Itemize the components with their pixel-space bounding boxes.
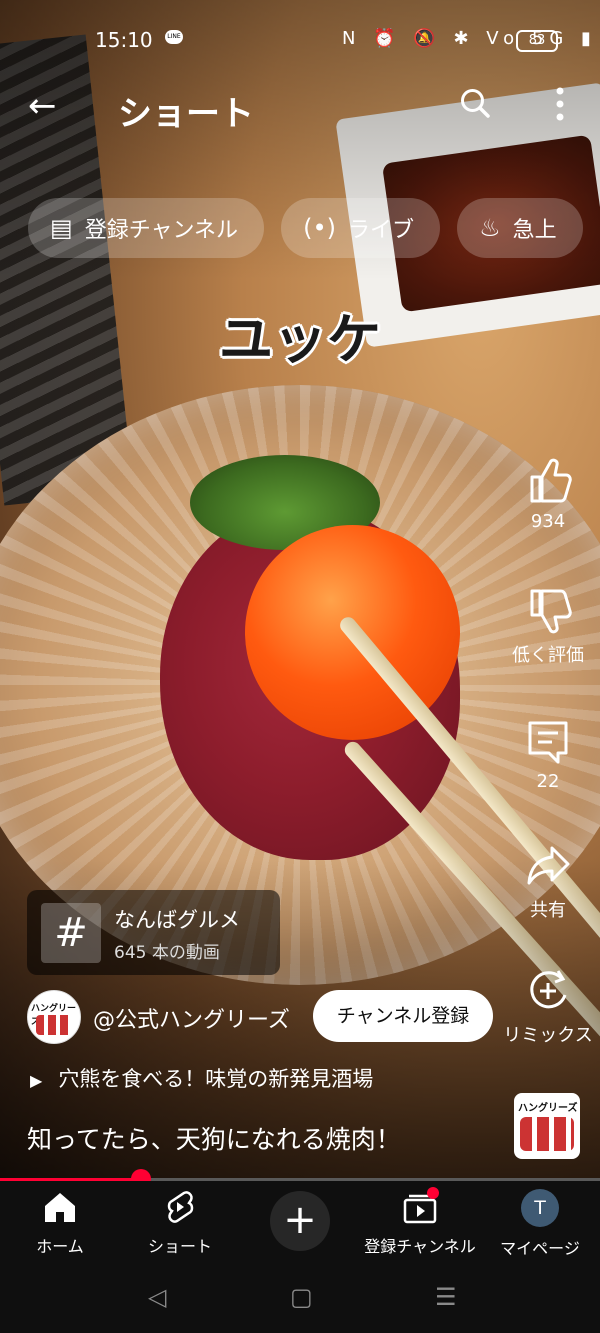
channel-avatar[interactable]: ハングリーズ [27, 990, 81, 1044]
chip-label: 登録チャンネル [84, 218, 239, 243]
status-icons: N ⏰ 🔕 ✱ Vo 5G ▮ [342, 28, 597, 49]
chip-trending[interactable]: ♨ 急上 [457, 198, 583, 258]
sound-logo-text: ハングリーズ [518, 1103, 578, 1114]
shorts-icon [167, 1191, 194, 1223]
comment-count: 22 [536, 771, 560, 792]
user-avatar: T [521, 1189, 559, 1227]
system-home-icon[interactable]: ▢ [290, 1283, 313, 1311]
nav-shorts-label: ショート [147, 1237, 212, 1256]
dislike-label: 低く評価 [512, 645, 584, 666]
search-icon[interactable] [460, 88, 490, 118]
share-button[interactable]: 共有 [496, 840, 600, 922]
like-button[interactable]: 934 [496, 455, 600, 532]
system-recents-icon[interactable]: ☰ [435, 1283, 457, 1311]
home-icon [45, 1193, 75, 1222]
hashtag-video-count: 645 本の動画 [114, 943, 220, 963]
live-icon: (•) [303, 214, 337, 242]
remix-button[interactable]: リミックス [496, 965, 600, 1047]
hashtag-icon: # [41, 903, 101, 963]
dislike-button[interactable]: 低く評価 [496, 585, 600, 667]
nav-you[interactable]: T マイページ [480, 1189, 600, 1259]
feed-filter-chips: ▤ 登録チャンネル (•) ライブ ♨ 急上 [28, 198, 595, 260]
nav-subscriptions[interactable]: 登録チャンネル [360, 1189, 480, 1257]
line-notification-icon: LINE [165, 30, 183, 44]
nav-home[interactable]: ホーム [0, 1189, 120, 1257]
create-plus-icon[interactable]: + [270, 1191, 330, 1251]
status-bar: 15:10 LINE N ⏰ 🔕 ✱ Vo 5G ▮ 83 [0, 0, 600, 80]
comments-button[interactable]: 22 [496, 715, 600, 792]
nav-home-label: ホーム [36, 1237, 84, 1256]
system-navigation-bar: ◁ ▢ ☰ [0, 1267, 600, 1333]
play-icon: ▶ [30, 1071, 43, 1090]
thumbs-down-icon [530, 589, 572, 634]
hashtag-name: なんばグルメ [114, 908, 240, 932]
top-app-bar: ← ショート [0, 80, 600, 140]
chip-subscriptions[interactable]: ▤ 登録チャンネル [28, 198, 265, 258]
like-count: 934 [530, 511, 566, 532]
remix-icon [530, 970, 567, 1009]
related-video-link[interactable]: ▶ 穴熊を食べる！味覚の新発見酒場 [30, 1063, 373, 1093]
chip-label: ライブ [348, 218, 415, 243]
trending-flame-icon: ♨ [479, 214, 501, 242]
back-arrow-icon[interactable]: ← [28, 86, 57, 126]
comment-icon [528, 721, 568, 764]
subscribe-button[interactable]: チャンネル登録 [313, 990, 493, 1042]
short-title: 知ってたら、天狗になれる焼肉！ [27, 1125, 401, 1154]
nav-subscriptions-label: 登録チャンネル [364, 1237, 476, 1256]
remix-label: リミックス [503, 1025, 593, 1046]
related-video-title: 穴熊を食べる！味覚の新発見酒場 [58, 1067, 374, 1091]
video-caption: ユッケ [219, 307, 381, 371]
battery-indicator: 83 [516, 30, 558, 52]
hashtag-card[interactable]: # なんばグルメ 645 本の動画 [27, 890, 280, 975]
nav-you-label: マイページ [500, 1239, 580, 1258]
status-time: 15:10 [95, 28, 153, 52]
page-title: ショート [118, 94, 254, 134]
notification-dot [427, 1187, 439, 1199]
system-back-icon[interactable]: ◁ [148, 1283, 166, 1311]
chip-label: 急上 [512, 218, 557, 243]
channel-handle[interactable]: @公式ハングリーズ [93, 1002, 290, 1034]
chip-live[interactable]: (•) ライブ [281, 198, 441, 258]
share-label: 共有 [530, 900, 566, 921]
thumbs-up-icon [530, 458, 572, 503]
sound-thumbnail[interactable]: ハングリーズ [514, 1093, 580, 1159]
more-vertical-icon[interactable] [545, 84, 575, 124]
bottom-navigation: ホーム ショート + 登録チャンネル T マイページ [0, 1181, 600, 1267]
subscriptions-icon: ▤ [50, 214, 73, 242]
nav-shorts[interactable]: ショート [120, 1189, 240, 1257]
share-arrow-icon [527, 846, 570, 885]
